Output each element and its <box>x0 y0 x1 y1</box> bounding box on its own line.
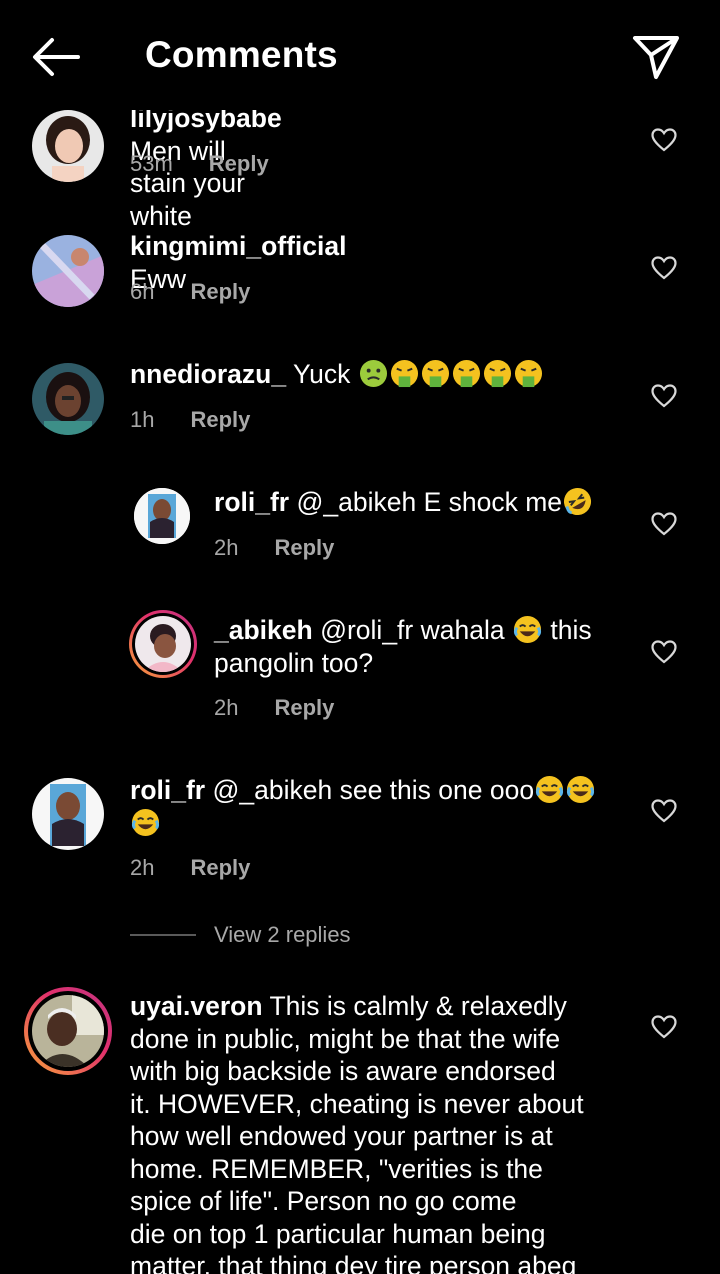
comment-time: 2h <box>214 695 239 720</box>
like-heart-icon[interactable] <box>651 128 677 152</box>
comment-time: 1h <box>130 407 155 432</box>
vomiting-face-emoji-icon <box>483 359 511 388</box>
vomiting-face-emoji-icon <box>421 359 449 388</box>
comment-text-line: die on top 1 particular human being <box>130 1218 546 1249</box>
comment-text: @_abikeh E shock me <box>296 487 563 517</box>
comment-time: 53m <box>130 151 173 176</box>
reply-button[interactable]: Reply <box>209 151 269 176</box>
comment-text-line: This is calmly & relaxedly <box>269 991 567 1021</box>
comment-text: pangolin too? <box>214 647 374 678</box>
tears-of-joy-face-emoji-icon <box>567 775 595 804</box>
rolling-laughing-face-emoji-icon <box>563 487 592 516</box>
comment-time: 2h <box>214 535 239 560</box>
comment-username[interactable]: _abikeh <box>214 615 313 645</box>
comment-text-line: spice of life". Person no go come <box>130 1186 517 1216</box>
avatar[interactable] <box>32 995 104 1067</box>
comment-username[interactable]: uyai.veron <box>130 991 263 1021</box>
divider-line <box>130 934 196 936</box>
comment-text: @roli_fr wahala <box>320 615 505 645</box>
like-heart-icon[interactable] <box>651 1015 677 1039</box>
tears-of-joy-face-emoji-icon <box>536 775 564 804</box>
comment-text: Yuck <box>292 359 351 389</box>
avatar[interactable] <box>32 235 104 307</box>
comment-text: @_abikeh see this one ooo <box>212 775 535 805</box>
comment-username[interactable]: nnediorazu_ <box>130 359 286 389</box>
like-heart-icon[interactable] <box>651 640 677 664</box>
avatar[interactable] <box>32 363 104 435</box>
top-bar: Comments <box>0 0 720 110</box>
comment-text-line: matter, that thing dey tire person abeg <box>130 1251 577 1274</box>
comment-text-line: done in public, might be that the wife <box>130 1023 561 1054</box>
reply-button[interactable]: Reply <box>274 695 334 720</box>
vomiting-face-emoji-icon <box>390 359 418 388</box>
comment-text-line: home. REMEMBER, "verities is the <box>130 1153 543 1184</box>
comment-text: Men will stain your white <box>130 135 245 231</box>
like-heart-icon[interactable] <box>651 384 677 408</box>
nauseated-face-emoji-icon <box>359 359 387 388</box>
comment-text-line: how well endowed your partner is at <box>130 1121 553 1151</box>
view-replies-label: View 2 replies <box>214 922 351 947</box>
reply-button[interactable]: Reply <box>190 407 250 432</box>
like-heart-icon[interactable] <box>651 512 677 536</box>
comment-username[interactable]: roli_fr <box>130 775 205 805</box>
vomiting-face-emoji-icon <box>514 359 542 388</box>
avatar[interactable] <box>32 778 104 850</box>
tears-of-joy-face-emoji-icon <box>513 615 542 644</box>
back-arrow-icon[interactable] <box>28 34 84 80</box>
vomiting-face-emoji-icon <box>452 359 480 388</box>
direct-send-icon[interactable] <box>630 33 682 81</box>
like-heart-icon[interactable] <box>651 256 677 280</box>
comment-username[interactable]: kingmimi_official <box>130 231 346 261</box>
tears-of-joy-face-emoji-icon <box>131 808 160 836</box>
comment-username[interactable]: roli_fr <box>214 487 289 517</box>
reply-button[interactable]: Reply <box>274 535 334 560</box>
like-heart-icon[interactable] <box>651 799 677 823</box>
comment-text: this <box>550 615 592 645</box>
comment-time: 2h <box>130 855 155 880</box>
comment-text-line: it. HOWEVER, cheating is never about <box>130 1088 584 1119</box>
comment-text-line: with big backside is aware endorsed <box>130 1056 556 1086</box>
avatar[interactable] <box>134 488 190 544</box>
page-title: Comments <box>145 34 338 75</box>
avatar[interactable] <box>32 110 104 182</box>
comments-screen: Comments lilyjosybabe Men will stain you… <box>0 0 720 1274</box>
reply-button[interactable]: Reply <box>190 855 250 880</box>
reply-button[interactable]: Reply <box>190 279 250 304</box>
comment-time: 6h <box>130 279 155 304</box>
avatar[interactable] <box>135 616 191 672</box>
